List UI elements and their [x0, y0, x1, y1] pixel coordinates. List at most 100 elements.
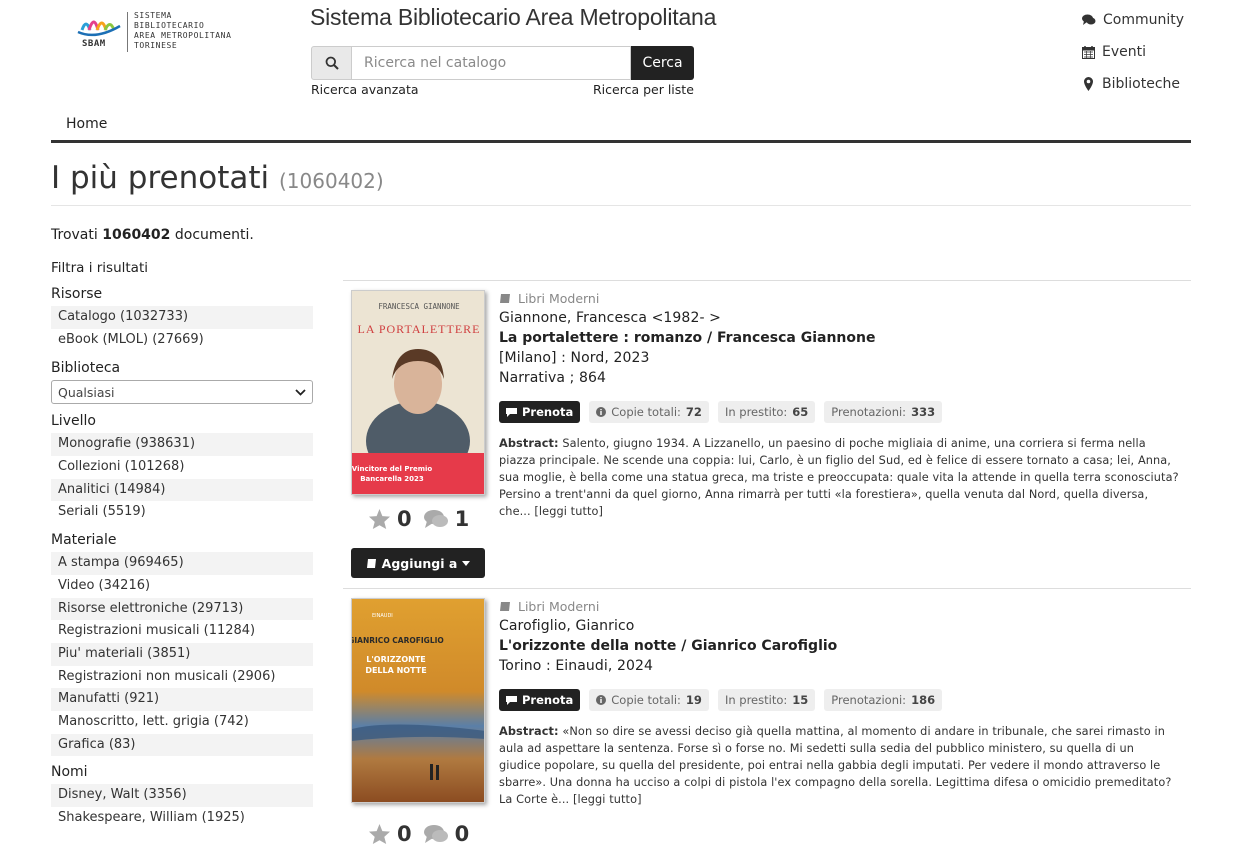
facet-item[interactable]: Seriali (5519) — [51, 501, 313, 524]
facet-item[interactable]: Manufatti (921) — [51, 688, 313, 711]
copies-badge: Copie totali: 72 — [589, 401, 709, 423]
record-title[interactable]: L'orizzonte della notte / Gianrico Carof… — [499, 636, 1179, 656]
nav-community-label: Community — [1103, 12, 1185, 28]
library-select-value: Qualsiasi — [58, 384, 115, 400]
facet-item[interactable]: Disney, Walt (3356) — [51, 784, 313, 807]
facet-item[interactable]: Risorse elettroniche (29713) — [51, 597, 313, 621]
facet-item[interactable]: Grafica (83) — [51, 733, 313, 757]
nav-events[interactable]: Eventi — [1082, 36, 1184, 68]
facet-item[interactable]: A stampa (969465) — [51, 552, 313, 575]
record-publication: [Milano] : Nord, 2023 — [499, 350, 650, 366]
facet-item[interactable]: Catalogo (1032733) — [51, 306, 313, 329]
search-bar: Cerca — [311, 46, 694, 80]
facet-list-nomi: Disney, Walt (3356) Shakespeare, William… — [51, 784, 313, 829]
cover-band-line2: Bancarella 2023 — [360, 475, 424, 483]
record-author[interactable]: Carofiglio, Gianrico — [499, 616, 1179, 636]
search-input[interactable] — [352, 46, 631, 80]
list-search-link[interactable]: Ricerca per liste — [593, 82, 694, 97]
logo-text: SISTEMA BIBLIOTECARIO AREA METROPOLITANA… — [134, 11, 232, 50]
facet-item[interactable]: Registrazioni musicali (11284) — [51, 620, 313, 643]
logo-short: SBAM — [82, 39, 106, 49]
results-divider — [343, 280, 1191, 281]
bookmark-icon — [506, 407, 517, 417]
book-cover[interactable]: FRANCESCA GIANNONE LA PORTALETTERE Vinci… — [351, 290, 485, 495]
add-to-label: Aggiungi a — [381, 555, 458, 571]
stars-count: 0 — [397, 822, 412, 845]
reserve-button[interactable]: Prenota — [499, 401, 581, 423]
advanced-search-link[interactable]: Ricerca avanzata — [311, 82, 419, 97]
book-icon — [366, 558, 376, 568]
reserve-button[interactable]: Prenota — [499, 689, 581, 711]
logo-divider — [127, 12, 128, 52]
facet-title-biblioteca: Biblioteca — [51, 360, 121, 377]
chevron-down-icon — [295, 389, 306, 396]
comments-icon[interactable] — [423, 824, 449, 844]
facet-list-materiale: A stampa (969465) Video (34216) Risorse … — [51, 552, 313, 757]
record-author[interactable]: Giannone, Francesca <1982- > — [499, 308, 1179, 328]
facet-item[interactable]: Manoscritto, lett. grigia (742) — [51, 711, 313, 734]
rating-row: 0 0 — [368, 822, 469, 845]
record-publication: Torino : Einaudi, 2024 — [499, 658, 654, 674]
library-select[interactable]: Qualsiasi — [51, 380, 313, 405]
search-button[interactable]: Cerca — [631, 46, 694, 80]
cover-publisher: EINAUDI — [372, 613, 393, 619]
facet-list-livello: Monografie (938631) Collezioni (101268) … — [51, 433, 313, 524]
facet-item[interactable]: Shakespeare, William (1925) — [51, 807, 313, 830]
facet-item[interactable]: Monografie (938631) — [51, 433, 313, 457]
comments-count: 0 — [454, 822, 470, 845]
results-divider — [343, 588, 1191, 589]
facet-item[interactable]: Collezioni (101268) — [51, 456, 313, 479]
nav-events-label: Eventi — [1102, 44, 1146, 60]
cover-art: FRANCESCA GIANNONE LA PORTALETTERE Vinci… — [352, 291, 484, 494]
filter-heading: Filtra i risultati — [51, 260, 148, 276]
add-to-button[interactable]: Aggiungi a — [351, 548, 485, 578]
map-marker-icon — [1084, 77, 1093, 91]
bookmark-icon — [506, 695, 517, 705]
page-title-count: (1060402) — [279, 169, 384, 193]
star-icon[interactable] — [368, 823, 391, 845]
result-record: Libri Moderni Carofiglio, Gianrico L'ori… — [499, 599, 1179, 808]
logo-mark-icon — [77, 20, 121, 37]
facet-item[interactable]: Registrazioni non musicali (2906) — [51, 666, 313, 689]
rating-row: 0 1 — [368, 507, 469, 531]
holds-badge: Prenotazioni: 333 — [824, 401, 943, 423]
cover-title: LA PORTALETTERE — [358, 322, 481, 336]
nav-libraries-label: Biblioteche — [1102, 76, 1181, 92]
facet-item[interactable]: eBook (MLOL) (27669) — [51, 329, 313, 352]
title-divider — [51, 205, 1191, 206]
facet-item[interactable]: Video (34216) — [51, 575, 313, 598]
star-icon[interactable] — [368, 508, 391, 530]
facet-item[interactable]: Analitici (14984) — [51, 478, 313, 502]
facet-sidebar: Filtra i risultati Risorse Catalogo (103… — [51, 260, 313, 830]
top-navigation: Community Eventi Biblioteche — [1082, 4, 1184, 100]
page-title-text: I più prenotati — [51, 160, 270, 196]
cover-author: FRANCESCA GIANNONE — [378, 302, 460, 311]
info-icon — [596, 407, 607, 417]
book-cover[interactable]: EINAUDI GIANRICO CAROFIGLIO L'ORIZZONTE … — [351, 598, 485, 803]
book-icon — [500, 294, 510, 303]
record-type: Libri Moderni — [499, 291, 1179, 306]
comments-count: 1 — [454, 507, 470, 531]
record-title[interactable]: La portalettere : romanzo / Francesca Gi… — [499, 328, 1179, 348]
read-more-link[interactable]: [leggi tutto] — [573, 793, 642, 806]
search-icon[interactable] — [311, 46, 352, 80]
site-logo[interactable]: SBAM SISTEMA BIBLIOTECARIO AREA METROPOL… — [76, 10, 256, 56]
comments-icon[interactable] — [423, 509, 449, 529]
nav-community[interactable]: Community — [1082, 4, 1184, 36]
comments-icon — [1082, 14, 1096, 25]
on-loan-badge: In prestito: 65 — [717, 401, 816, 423]
cover-art: EINAUDI GIANRICO CAROFIGLIO L'ORIZZONTE … — [352, 599, 484, 802]
menu-home[interactable]: Home — [66, 116, 107, 132]
facet-item[interactable]: Piu' materiali (3851) — [51, 642, 313, 666]
page-title: I più prenotati (1060402) — [51, 160, 384, 196]
book-icon — [500, 602, 510, 611]
result-record: Libri Moderni Giannone, Francesca <1982-… — [499, 291, 1179, 520]
read-more-link[interactable]: [leggi tutto] — [534, 505, 603, 518]
info-icon — [596, 695, 607, 705]
site-title[interactable]: Sistema Bibliotecario Area Metropolitana — [310, 4, 716, 31]
record-abstract: Abstract: «Non so dire se avessi deciso … — [499, 725, 1172, 806]
nav-libraries[interactable]: Biblioteche — [1082, 68, 1184, 100]
facet-title-livello: Livello — [51, 413, 96, 430]
availability-badges: Prenota Copie totali: 72 In prestito: 65… — [499, 401, 1179, 423]
main-menu: Home — [51, 111, 1191, 143]
